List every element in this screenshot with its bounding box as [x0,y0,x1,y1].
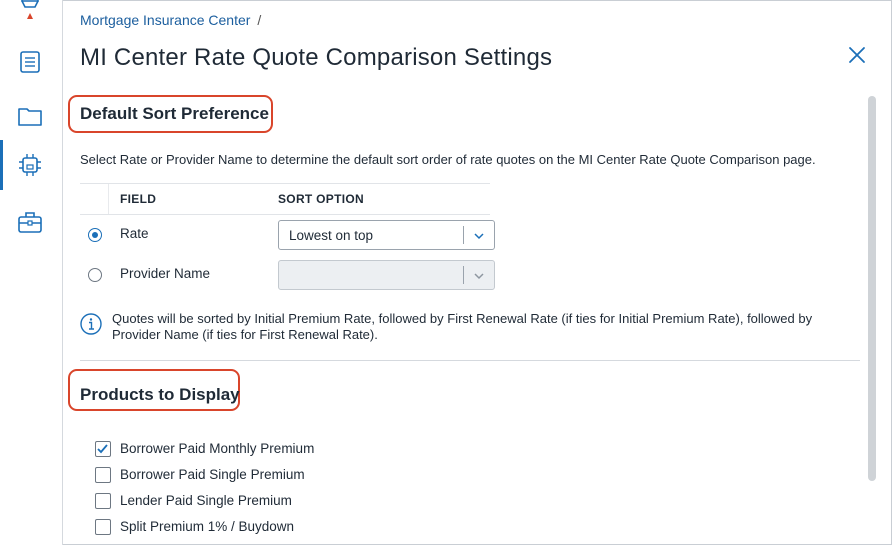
split-premium-checkbox[interactable] [95,519,111,535]
page-title: MI Center Rate Quote Comparison Settings [80,44,553,71]
table-header: FIELD SORT OPTION [80,183,490,215]
folder-icon[interactable] [16,102,44,130]
active-indicator [0,140,3,190]
provider-name-radio[interactable] [88,268,102,282]
sort-info-text: Quotes will be sorted by Initial Premium… [112,311,813,342]
section-divider [80,360,860,361]
list-icon[interactable] [16,48,44,76]
select-divider [463,226,464,244]
checkmark-icon [97,444,108,454]
table-row: Provider Name [80,256,495,296]
sort-description: Select Rate or Provider Name to determin… [80,152,816,167]
breadcrumb: Mortgage Insurance Center / [80,12,261,28]
products-section-title: Products to Display [80,385,240,404]
select-divider [463,266,464,284]
breadcrumb-separator: / [257,12,262,28]
table-row: Rate Lowest on top [80,216,495,256]
provider-name-sort-select[interactable] [278,260,495,290]
borrower-paid-single-checkbox[interactable] [95,467,111,483]
briefcase-icon[interactable] [16,208,44,236]
scrollbar[interactable] [868,96,876,481]
checkbox-label: Borrower Paid Single Premium [120,467,305,482]
rate-sort-select[interactable]: Lowest on top [278,220,495,250]
borrower-paid-monthly-checkbox[interactable] [95,441,111,457]
checkbox-label: Borrower Paid Monthly Premium [120,441,315,456]
provider-name-label: Provider Name [120,266,211,281]
chevron-down-icon[interactable] [473,230,485,242]
close-icon[interactable] [846,44,868,66]
column-header-field: FIELD [120,192,157,206]
rate-label: Rate [120,226,149,241]
column-divider [108,184,109,214]
rate-radio[interactable] [88,228,102,242]
breadcrumb-link[interactable]: Mortgage Insurance Center [80,12,250,28]
plug-icon[interactable] [16,0,44,22]
chip-icon[interactable] [16,151,44,179]
lender-paid-single-checkbox[interactable] [95,493,111,509]
rate-sort-value: Lowest on top [289,228,374,243]
checkbox-label: Split Premium 1% / Buydown [120,519,295,534]
sort-section-title: Default Sort Preference [80,104,269,123]
chevron-down-icon [474,273,484,280]
left-rail [0,0,63,545]
info-icon [80,313,102,335]
checkbox-label: Lender Paid Single Premium [120,493,292,508]
column-header-sort-option: SORT OPTION [278,192,364,206]
